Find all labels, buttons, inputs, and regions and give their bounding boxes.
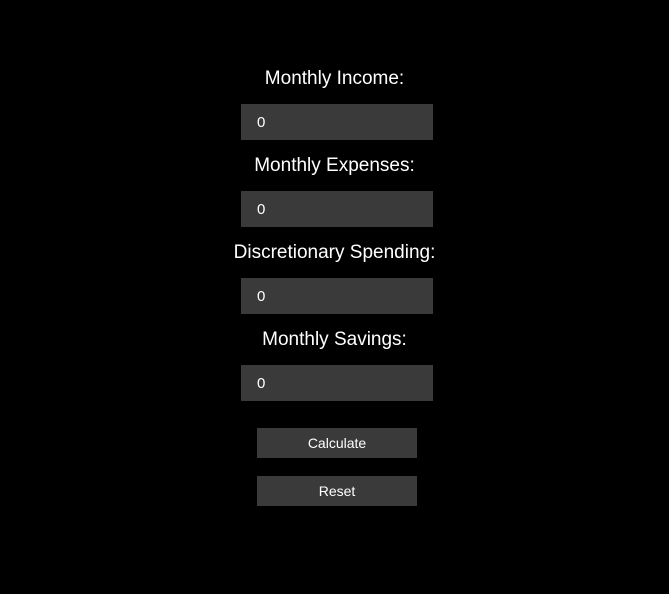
monthly-savings-label: Monthly Savings: xyxy=(262,329,407,350)
monthly-savings-input[interactable] xyxy=(241,365,433,401)
discretionary-spending-label: Discretionary Spending: xyxy=(233,242,436,263)
budget-form: Monthly Income: Monthly Expenses: Discre… xyxy=(0,0,669,594)
monthly-expenses-input[interactable] xyxy=(241,191,433,227)
discretionary-spending-input[interactable] xyxy=(241,278,433,314)
calculate-button[interactable]: Calculate xyxy=(257,428,417,458)
monthly-income-label: Monthly Income: xyxy=(264,68,405,89)
monthly-expenses-label: Monthly Expenses: xyxy=(254,155,415,176)
reset-button[interactable]: Reset xyxy=(257,476,417,506)
monthly-income-input[interactable] xyxy=(241,104,433,140)
